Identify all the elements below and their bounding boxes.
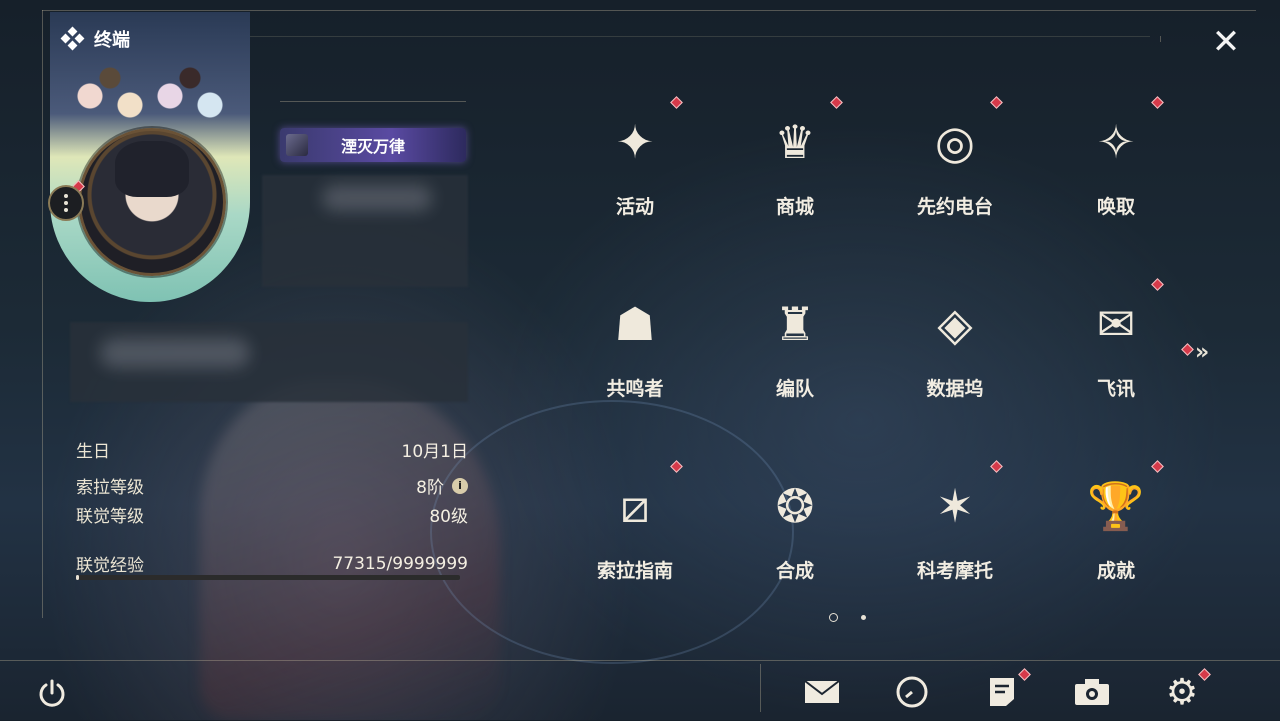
mail-icon[interactable] [802, 672, 842, 712]
menu-item-label: 唤取 [1096, 196, 1135, 218]
clock-icon[interactable] [892, 672, 932, 712]
notification-badge [670, 460, 683, 473]
menu-item-label: 编队 [775, 378, 814, 400]
team-chess-icon: ♜ [774, 297, 816, 351]
union-exp-value: 77315/9999999 [332, 553, 468, 574]
menu-item-shop-cart[interactable]: ♛ 商城 [715, 96, 875, 256]
menu-item-trophy[interactable]: 🏆 成就 [1036, 460, 1196, 620]
player-name-blurred [262, 175, 468, 287]
next-page-arrow-icon[interactable]: » [1195, 340, 1209, 365]
notification-badge [990, 96, 1003, 109]
menu-item-label: 活动 [615, 196, 654, 218]
player-avatar[interactable] [78, 128, 226, 276]
menu-item-synthesis[interactable]: ❂ 合成 [715, 460, 875, 620]
birthday-value: 10月1日 [401, 442, 468, 462]
menu-item-label: 成就 [1096, 560, 1135, 582]
camera-icon[interactable] [1072, 672, 1112, 712]
message-icon: ✉ [1096, 297, 1136, 351]
player-signature-blurred [70, 322, 468, 402]
union-level-row: 联觉等级 80级 [76, 502, 468, 527]
sola-level-value: 8阶 [416, 478, 444, 498]
union-level-value: 80级 [429, 507, 468, 527]
notification-badge [1151, 96, 1164, 109]
menu-item-label: 数据坞 [926, 378, 984, 400]
menu-item-radio[interactable]: ◎ 先约电台 [875, 96, 1035, 256]
menu-item-label: 先约电台 [916, 196, 993, 218]
menu-item-label: 飞讯 [1096, 378, 1135, 400]
menu-item-summon-compass[interactable]: ✧ 唤取 [1036, 96, 1196, 256]
shop-cart-icon: ♛ [774, 115, 816, 169]
notification-badge [990, 460, 1003, 473]
power-icon[interactable] [32, 674, 72, 714]
title-badge-label: 湮灭万律 [340, 137, 405, 156]
terminal-diamond-icon [60, 26, 85, 51]
menu-item-motorbike[interactable]: ✶ 科考摩托 [875, 460, 1035, 620]
summon-compass-icon: ✧ [1096, 115, 1136, 169]
menu-item-label: 科考摩托 [916, 560, 993, 582]
data-dock-icon: ◈ [937, 297, 973, 351]
frame-inner-top-line [250, 36, 1150, 37]
synthesis-icon: ❂ [775, 479, 815, 533]
sola-level-row: 索拉等级 8阶 i [76, 473, 468, 498]
menu-item-team-chess[interactable]: ♜ 编队 [715, 278, 875, 438]
frame-right-line [1160, 36, 1161, 42]
pager-dot-active[interactable] [829, 613, 838, 622]
menu-item-guide-book[interactable]: ⧄ 索拉指南 [555, 460, 715, 620]
event-2hd-icon: ✦ [615, 115, 655, 169]
union-exp-bar [76, 575, 460, 580]
menu-item-message[interactable]: ✉ 飞讯 [1036, 278, 1196, 438]
union-level-label: 联觉等级 [76, 507, 144, 527]
settings-gear-icon[interactable]: ⚙ [1162, 672, 1202, 713]
notification-badge [1151, 460, 1164, 473]
sola-level-label: 索拉等级 [76, 478, 144, 498]
card-artwork [50, 42, 250, 132]
union-exp-fill [76, 575, 80, 580]
profile-menu-button[interactable] [48, 185, 84, 221]
terminal-label: 终端 [94, 30, 130, 51]
trophy-icon: 🏆 [1087, 479, 1145, 533]
union-exp-label: 联觉经验 [76, 556, 144, 576]
guide-book-icon: ⧄ [620, 479, 650, 533]
info-icon[interactable]: i [452, 477, 468, 494]
divider-line [280, 101, 466, 102]
terminal-header: 终端 [60, 26, 130, 52]
notice-icon[interactable] [982, 672, 1022, 712]
menu-item-label: 商城 [775, 196, 814, 218]
title-badge-thumbnail [286, 134, 308, 156]
menu-item-resonator-head[interactable]: ☗ 共鸣者 [555, 278, 715, 438]
title-badge[interactable]: 湮灭万律 [280, 128, 466, 162]
menu-item-label: 合成 [775, 560, 814, 582]
motorbike-icon: ✶ [935, 479, 975, 533]
close-icon[interactable]: ✕ [1206, 22, 1246, 62]
frame-left-line [42, 10, 43, 618]
menu-item-label: 共鸣者 [606, 378, 664, 400]
menu-item-event-2hd[interactable]: ✦ 活动 [555, 96, 715, 256]
resonator-head-icon: ☗ [614, 297, 656, 351]
notification-badge [670, 96, 683, 109]
frame-top-line [42, 10, 1256, 11]
pager-dot[interactable] [861, 615, 866, 620]
radio-icon: ◎ [934, 115, 976, 169]
birthday-label: 生日 [76, 442, 110, 462]
union-exp-row: 联觉经验 77315/9999999 [76, 551, 468, 577]
menu-item-label: 索拉指南 [596, 560, 673, 582]
notification-badge [830, 96, 843, 109]
notification-badge [1151, 278, 1164, 291]
menu-item-data-dock[interactable]: ◈ 数据坞 [875, 278, 1035, 438]
birthday-row: 生日 10月1日 [76, 437, 468, 462]
